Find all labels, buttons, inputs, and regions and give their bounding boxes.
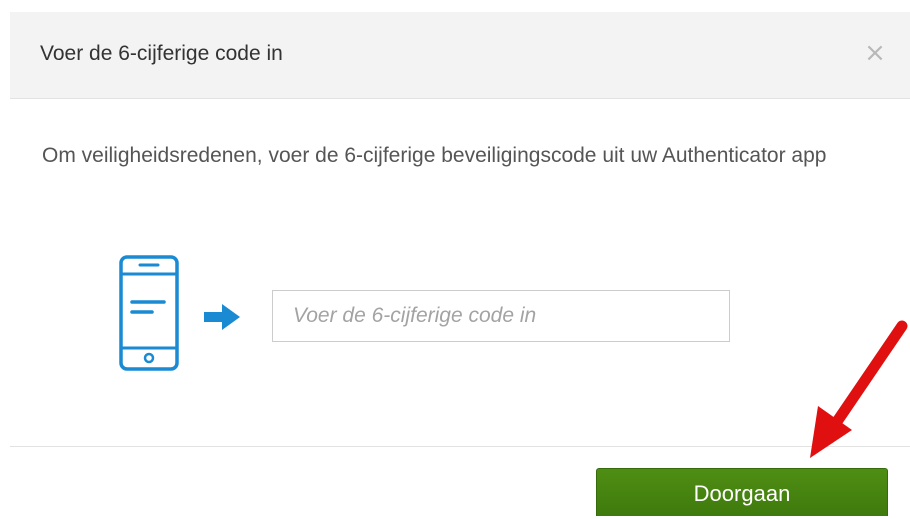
dialog-title: Voer de 6-cijferige code in (40, 42, 283, 65)
arrow-right-icon (204, 304, 240, 330)
dialog-header: Voer de 6-cijferige code in × (10, 12, 910, 99)
code-input[interactable] (272, 290, 730, 342)
footer-divider (10, 446, 910, 447)
mobile-phone-icon (119, 255, 179, 371)
close-icon[interactable]: × (862, 38, 888, 68)
continue-button[interactable]: Doorgaan (596, 468, 888, 516)
two-factor-dialog: Voer de 6-cijferige code in × Om veiligh… (10, 12, 910, 516)
instruction-text: Om veiligheidsredenen, voer de 6-cijferi… (42, 144, 827, 167)
